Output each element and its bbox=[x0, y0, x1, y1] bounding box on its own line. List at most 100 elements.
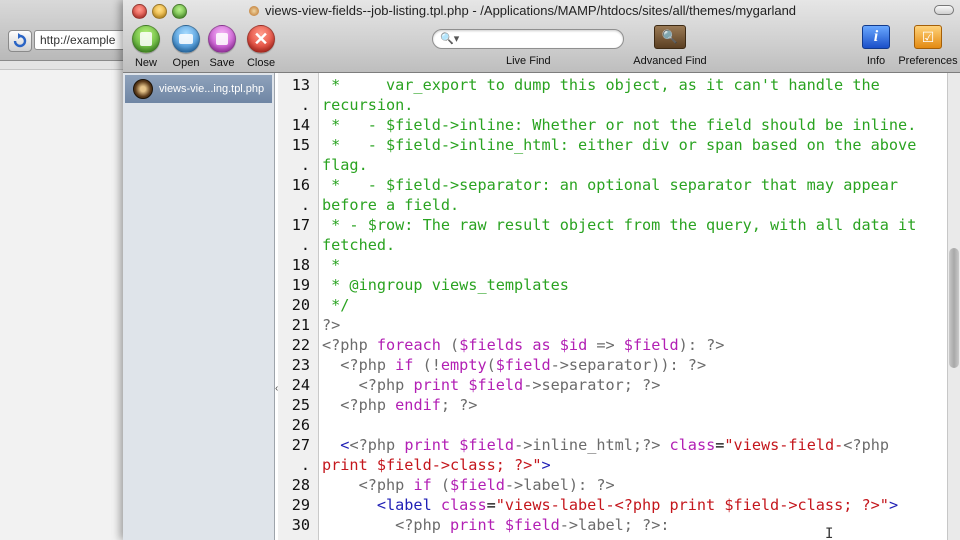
code-token: $id bbox=[559, 336, 588, 354]
line-number: 18 bbox=[291, 256, 310, 274]
code-text: <<?php print $field->inline_html;?> clas… bbox=[322, 435, 889, 455]
code-token: if bbox=[413, 476, 432, 494]
close-x-icon: ✕ bbox=[247, 25, 275, 53]
code-line[interactable]: 13 * var_export to dump this object, as … bbox=[278, 75, 948, 95]
code-token: $fields bbox=[459, 336, 524, 354]
line-number: 29 bbox=[291, 496, 310, 514]
code-token: <?php bbox=[349, 436, 405, 454]
reload-icon bbox=[13, 33, 27, 48]
code-line[interactable]: 29 <label class="views-label-<?php print… bbox=[278, 495, 948, 515]
code-token: $field bbox=[450, 476, 505, 494]
info-button[interactable]: i Info bbox=[859, 25, 893, 67]
vertical-scrollbar[interactable] bbox=[947, 73, 960, 540]
scrollbar-thumb[interactable] bbox=[949, 248, 959, 368]
line-number: 13 bbox=[291, 76, 310, 94]
document-list-item[interactable]: views-vie...ing.tpl.php bbox=[125, 75, 272, 103]
open-button[interactable]: Open bbox=[169, 25, 203, 69]
line-number: 30 bbox=[291, 516, 310, 534]
code-token: recursion. bbox=[322, 96, 414, 114]
code-line[interactable]: 20 */ bbox=[278, 295, 948, 315]
code-line[interactable]: . before a field. bbox=[278, 195, 948, 215]
code-line[interactable]: 19 * @ingroup views_templates bbox=[278, 275, 948, 295]
code-token: <label bbox=[322, 496, 441, 514]
code-token: foreach bbox=[376, 336, 441, 354]
line-number: 24 bbox=[291, 376, 310, 394]
save-button[interactable]: Save bbox=[207, 25, 237, 69]
window-zoom-button[interactable] bbox=[172, 4, 187, 19]
code-token: ): ?> bbox=[678, 336, 725, 354]
code-token: $field bbox=[623, 336, 679, 354]
code-line[interactable]: . recursion. bbox=[278, 95, 948, 115]
code-text: * @ingroup views_templates bbox=[322, 275, 569, 295]
preferences-button[interactable]: ☑ Preferences bbox=[897, 25, 959, 67]
code-text: * var_export to dump this object, as it … bbox=[322, 75, 880, 95]
code-text: before a field. bbox=[322, 195, 459, 215]
code-token: print bbox=[450, 516, 496, 534]
search-icon: 🔍▾ bbox=[440, 33, 460, 45]
code-line[interactable]: 27 <<?php print $field->inline_html;?> c… bbox=[278, 435, 948, 455]
preferences-checkbox-icon: ☑ bbox=[914, 25, 942, 49]
code-token: */ bbox=[322, 296, 350, 314]
code-line[interactable]: 21 ?> bbox=[278, 315, 948, 335]
code-line[interactable]: 26 bbox=[278, 415, 948, 435]
new-button[interactable]: New bbox=[131, 25, 161, 69]
live-find-label: Live Find bbox=[506, 55, 551, 67]
code-line[interactable]: 14 * - $field->inline: Whether or not th… bbox=[278, 115, 948, 135]
code-line[interactable]: 15 * - $field->inline_html: either div o… bbox=[278, 135, 948, 155]
code-text: <?php foreach ($fields as $id => $field)… bbox=[322, 335, 724, 355]
info-label: Info bbox=[866, 55, 886, 67]
code-token: ->separator)): ?> bbox=[550, 356, 707, 374]
code-token: $field bbox=[459, 436, 515, 454]
code-token: endif bbox=[395, 396, 441, 414]
code-line[interactable]: 24 <?php print $field->separator; ?> bbox=[278, 375, 948, 395]
window-close-button[interactable] bbox=[132, 4, 147, 19]
close-button[interactable]: ✕ Close bbox=[245, 25, 277, 69]
code-token: print bbox=[404, 436, 451, 454]
code-line[interactable]: 22 <?php foreach ($fields as $id => $fiel… bbox=[278, 335, 948, 355]
code-token: print bbox=[413, 376, 460, 394]
code-line[interactable]: . print $field->class; ?>"> bbox=[278, 455, 948, 475]
code-token: <?php bbox=[322, 336, 377, 354]
code-text: ?> bbox=[322, 315, 340, 335]
line-number: 17 bbox=[291, 216, 310, 234]
code-token: ->label; ?>: bbox=[559, 516, 670, 534]
code-token: <?php bbox=[322, 516, 451, 534]
line-number: 16 bbox=[291, 176, 310, 194]
advanced-find-button[interactable]: 🔍 Advanced Find bbox=[631, 25, 709, 67]
editor-window: views-view-fields--job-listing.tpl.php -… bbox=[123, 0, 960, 540]
code-text: * bbox=[322, 255, 340, 275]
code-line[interactable]: 25 <?php endif; ?> bbox=[278, 395, 948, 415]
code-editor[interactable]: 13 * var_export to dump this object, as … bbox=[278, 73, 948, 540]
toolbar-toggle-button[interactable] bbox=[934, 5, 954, 15]
code-line[interactable]: 28 <?php if ($field->label): ?> bbox=[278, 475, 948, 495]
code-line[interactable]: 16 * - $field->separator: an optional se… bbox=[278, 175, 948, 195]
code-line[interactable]: 23 <?php if (!empty($field->separator)):… bbox=[278, 355, 948, 375]
code-token: before a field. bbox=[322, 196, 460, 214]
code-token: (! bbox=[413, 356, 441, 374]
code-token: "views-label-<?php print $field->class; … bbox=[495, 496, 889, 514]
code-line[interactable]: 30 <?php print $field->label; ?>: bbox=[278, 515, 948, 535]
line-number: 21 bbox=[291, 316, 310, 334]
code-token: * - $field->separator: an optional separ… bbox=[322, 176, 899, 194]
code-line[interactable]: 17 * - $row: The raw result object from … bbox=[278, 215, 948, 235]
code-text: <?php if (!empty($field->separator)): ?> bbox=[322, 355, 706, 375]
window-minimize-button[interactable] bbox=[152, 4, 167, 19]
code-line[interactable]: 18 * bbox=[278, 255, 948, 275]
code-text: <label class="views-label-<?php print $f… bbox=[322, 495, 898, 515]
code-token: fetched. bbox=[322, 236, 396, 254]
code-line[interactable]: . fetched. bbox=[278, 235, 948, 255]
code-line[interactable]: . flag. bbox=[278, 155, 948, 175]
line-number: 28 bbox=[291, 476, 310, 494]
browser-reload-button[interactable] bbox=[8, 30, 32, 52]
live-find-search-input[interactable]: 🔍▾ bbox=[432, 29, 624, 49]
window-title: views-view-fields--job-listing.tpl.php -… bbox=[265, 3, 797, 18]
code-token: ; ?> bbox=[440, 396, 478, 414]
advanced-find-label: Advanced Find bbox=[633, 55, 707, 67]
code-text: <?php print $field->separator; ?> bbox=[322, 375, 661, 395]
code-token: * bbox=[322, 256, 341, 274]
code-token: <?php bbox=[322, 396, 396, 414]
code-token: $field bbox=[504, 516, 560, 534]
document-proxy-icon[interactable] bbox=[249, 6, 259, 16]
